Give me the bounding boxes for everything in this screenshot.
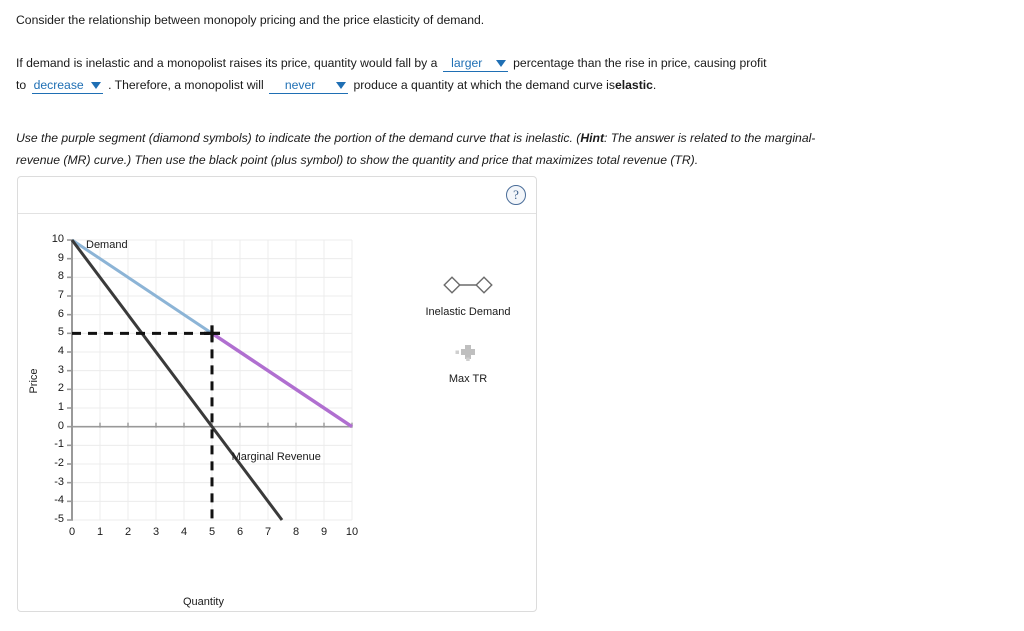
sentence-2-period: . [652, 78, 657, 92]
x-axis-tick-label: 7 [264, 526, 272, 538]
y-axis-tick-label: 1 [57, 401, 64, 413]
y-axis-tick-label: 5 [57, 326, 64, 339]
sentence-2-text-after: produce a quantity at which the demand c… [353, 78, 615, 92]
y-axis-tick-label: 7 [57, 289, 64, 301]
instructions-line-2: revenue (MR) curve.) Then use the black … [16, 153, 699, 167]
legend-entry-max-tr[interactable]: Max TR [403, 342, 533, 385]
question-sentence-2: to decrease . Therefore, a monopolist wi… [16, 78, 657, 95]
y-axis-tick-label: -5 [54, 513, 64, 525]
y-axis-tick-label: 4 [57, 345, 64, 357]
marginal-revenue-curve-label: Marginal Revenue [231, 451, 321, 464]
diamond-line-diamond-icon [403, 275, 533, 295]
x-axis-tick-label: 5 [208, 526, 216, 538]
y-axis-tick-label: -2 [54, 457, 64, 469]
x-axis-tick-label: 9 [320, 526, 328, 538]
y-axis-tick-label: -3 [54, 475, 64, 488]
x-axis-tick-label: 1 [96, 526, 104, 538]
sentence-2-text-middle: . Therefore, a monopolist will [108, 78, 264, 92]
sentence-2-bold-word: elastic [614, 78, 653, 92]
x-axis-tick-label: 4 [180, 526, 188, 538]
y-axis-tick-label: -4 [54, 494, 64, 507]
demand-curve-label: Demand [86, 238, 128, 251]
question-mark-icon[interactable]: ? [506, 185, 526, 205]
x-axis-tick-label: 8 [292, 526, 300, 538]
chart-legend: Inelastic Demand Max TR [403, 275, 533, 409]
chevron-down-icon [336, 81, 347, 89]
dropdown-profit-direction[interactable]: decrease [31, 78, 103, 95]
y-axis-tick-label: 0 [57, 419, 64, 432]
legend-caption-max-tr: Max TR [448, 373, 488, 385]
intro-statement: Consider the relationship between monopo… [16, 13, 485, 27]
dropdown-elasticity-magnitude-value: larger [451, 56, 483, 70]
question-sentence-1: If demand is inelastic and a monopolist … [16, 56, 767, 73]
plus-icon [403, 342, 533, 362]
x-axis-tick-label: 6 [236, 526, 244, 538]
y-axis-tick-label: 6 [57, 307, 64, 320]
dropdown-profit-direction-value: decrease [33, 78, 84, 92]
dropdown-elasticity-magnitude[interactable]: larger [442, 56, 508, 73]
instructions-text-a: Use the purple segment (diamond symbols)… [16, 131, 581, 145]
x-axis-title: Quantity [183, 596, 224, 608]
legend-caption-inelastic-demand: Inelastic Demand [425, 306, 511, 318]
sentence-2-text-before: to [16, 78, 27, 92]
panel-toolbar: ? [18, 177, 536, 214]
x-axis-tick-label: 2 [124, 526, 132, 538]
legend-entry-inelastic-demand[interactable]: Inelastic Demand [403, 275, 533, 318]
graph-panel: ? Price Quantity Demand Marginal Revenue… [17, 176, 537, 612]
chevron-down-icon [90, 81, 101, 89]
y-axis-tick-label: 10 [51, 233, 64, 245]
y-axis-tick-label: 8 [57, 270, 64, 283]
instructions-line-1: Use the purple segment (diamond symbols)… [16, 131, 815, 146]
y-axis-tick-label: 3 [57, 363, 64, 376]
chevron-down-icon [495, 59, 506, 67]
dropdown-frequency[interactable]: never [269, 78, 349, 95]
instructions-text-b: : The answer is related to the marginal- [604, 131, 816, 145]
x-axis-tick-label: 0 [68, 526, 76, 538]
sentence-1-text-before: If demand is inelastic and a monopolist … [16, 56, 438, 70]
dropdown-frequency-value: never [284, 78, 316, 92]
plot-stage[interactable]: Price Quantity Demand Marginal Revenue I… [18, 215, 538, 612]
x-axis-tick-label: 10 [345, 526, 359, 538]
y-axis-tick-label: 9 [57, 251, 64, 264]
sentence-1-text-after: percentage than the rise in price, causi… [513, 56, 767, 70]
y-axis-tick-label: -1 [54, 438, 64, 451]
y-axis-tick-label: 2 [57, 382, 64, 395]
instructions-hint-label: Hint [580, 131, 605, 145]
x-axis-tick-label: 3 [152, 526, 160, 538]
